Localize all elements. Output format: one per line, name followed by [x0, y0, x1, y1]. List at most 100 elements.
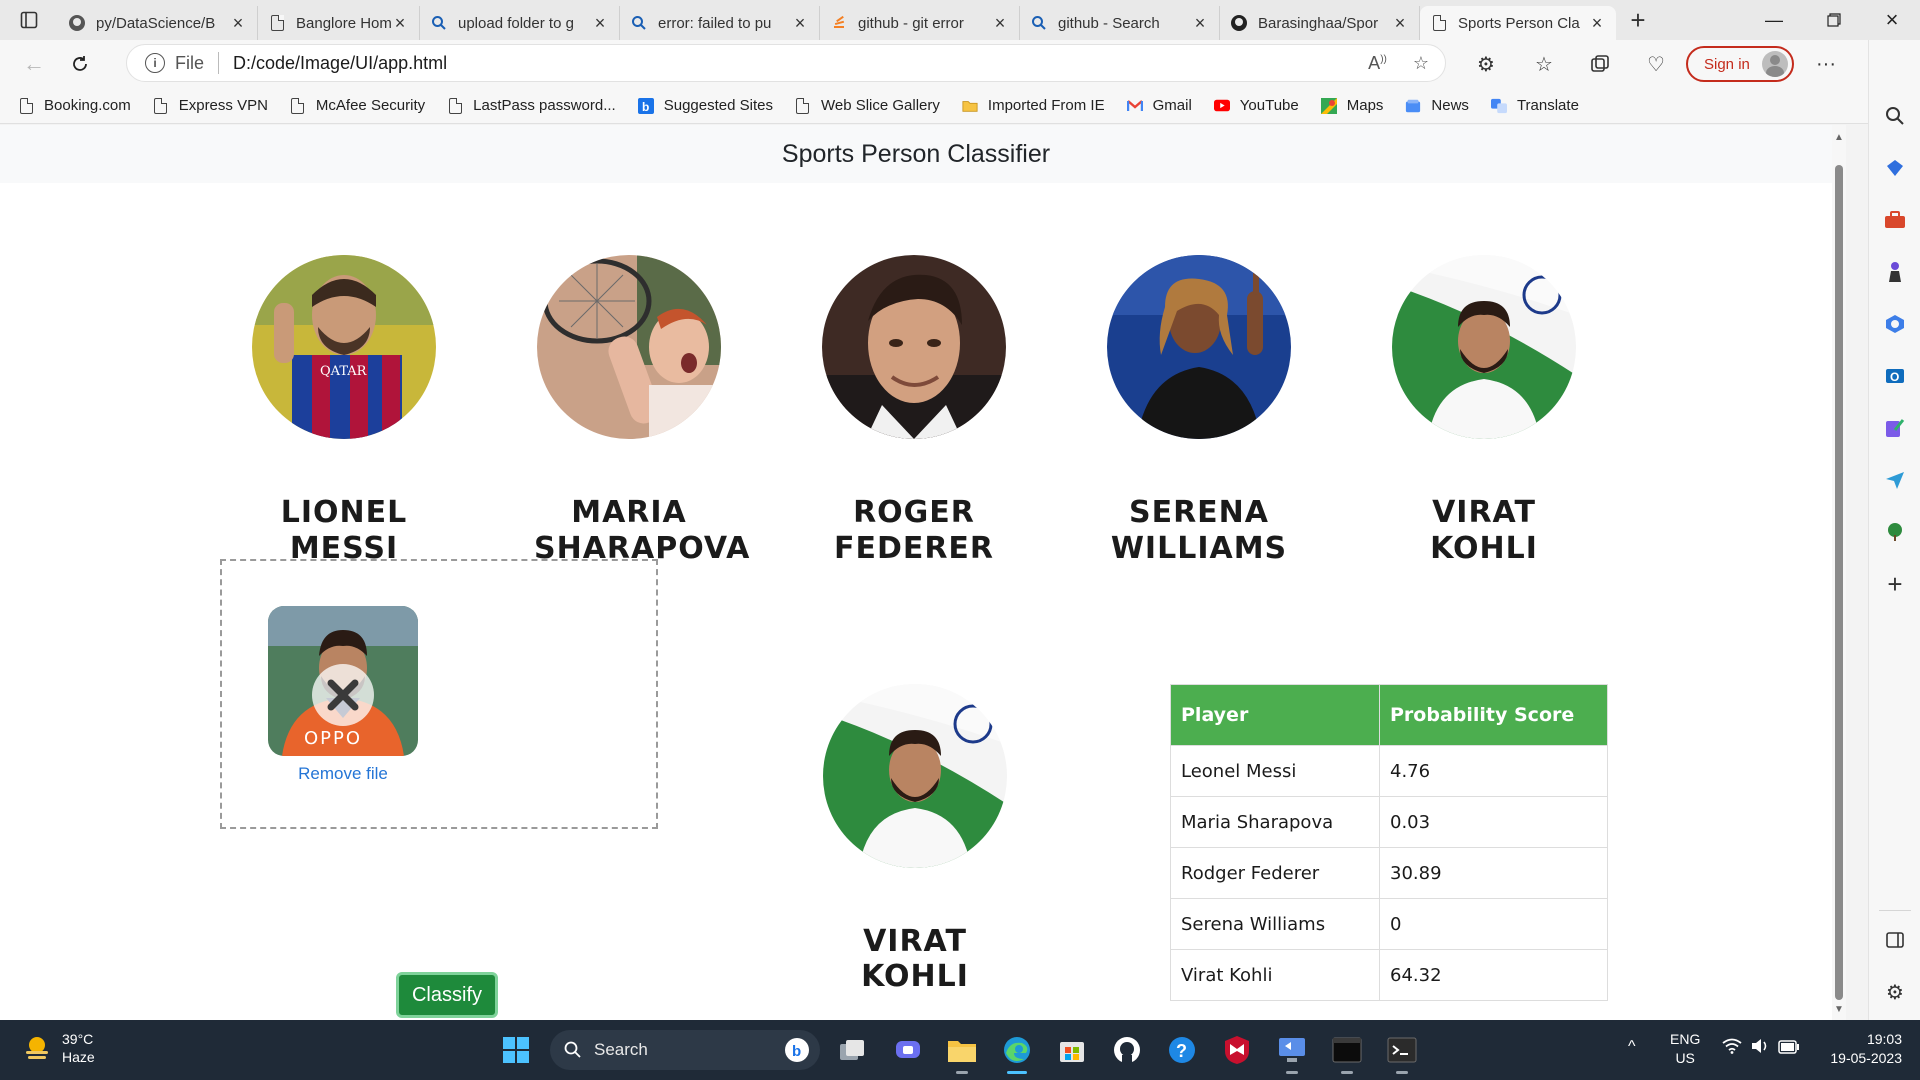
bookmark-maps[interactable]: Maps: [1320, 97, 1383, 114]
header-player: Player: [1170, 684, 1380, 746]
help-icon[interactable]: ?: [1162, 1030, 1202, 1070]
tab-active[interactable]: Sports Person Cla ×: [1420, 6, 1616, 40]
player-photo: [1392, 255, 1576, 439]
language-indicator[interactable]: ENG US: [1670, 1030, 1700, 1068]
bookmark-suggested-sites[interactable]: b Suggested Sites: [637, 97, 773, 114]
result-photo: [823, 684, 1007, 868]
close-window-button[interactable]: ×: [1864, 0, 1920, 40]
back-button[interactable]: ←: [12, 44, 56, 84]
page-scrollbar[interactable]: ▲ ▼: [1832, 125, 1846, 1020]
sidebar-tree-icon[interactable]: [1879, 516, 1911, 548]
powershell-icon[interactable]: [1382, 1030, 1422, 1074]
sidebar-hide-icon[interactable]: [1879, 924, 1911, 956]
table-row: Serena Williams 0: [1170, 898, 1608, 950]
bookmark-label: Web Slice Gallery: [820, 97, 940, 114]
bookmark-lastpass[interactable]: LastPass password...: [447, 97, 616, 114]
weather-widget[interactable]: 39°C Haze: [22, 1030, 95, 1066]
svg-text:QATAR: QATAR: [320, 364, 368, 379]
bookmark-web-slice[interactable]: Web Slice Gallery: [795, 97, 940, 114]
bookmark-booking[interactable]: Booking.com: [18, 97, 131, 114]
sidebar-shopping-icon[interactable]: [1879, 152, 1911, 184]
tab-4[interactable]: error: failed to pu ×: [620, 6, 820, 40]
sidebar-add-icon[interactable]: +: [1879, 568, 1911, 600]
sidebar-outlook-icon[interactable]: O: [1879, 360, 1911, 392]
tab-1[interactable]: py/DataScience/B ×: [58, 6, 258, 40]
tab-7[interactable]: Barasinghaa/Spor ×: [1220, 6, 1420, 40]
minimize-button[interactable]: —: [1746, 0, 1802, 40]
terminal-icon[interactable]: [1327, 1030, 1367, 1074]
file-explorer-icon[interactable]: [942, 1030, 982, 1074]
browser-essentials-icon[interactable]: ♡: [1636, 44, 1676, 84]
tab-close-icon[interactable]: ×: [229, 13, 247, 34]
remove-file-icon[interactable]: [312, 664, 374, 726]
sidebar-designer-icon[interactable]: [1879, 412, 1911, 444]
new-tab-button[interactable]: +: [1616, 0, 1660, 40]
tab-close-icon[interactable]: ×: [391, 13, 409, 34]
tab-6[interactable]: github - Search ×: [1020, 6, 1220, 40]
info-icon[interactable]: i: [145, 53, 165, 73]
address-url[interactable]: D:/code/Image/UI/app.html: [233, 53, 447, 74]
cell-score: 30.89: [1379, 847, 1608, 899]
system-tray-status[interactable]: [1722, 1038, 1800, 1057]
bookmark-youtube[interactable]: YouTube: [1213, 97, 1299, 114]
clock-date: 19-05-2023: [1830, 1050, 1902, 1066]
bookmark-translate[interactable]: Translate: [1490, 97, 1579, 114]
sidebar-tools-icon[interactable]: [1879, 204, 1911, 236]
sidebar-microsoft365-icon[interactable]: [1879, 308, 1911, 340]
bookmark-expressvpn[interactable]: Express VPN: [153, 97, 268, 114]
scroll-up-arrow-icon[interactable]: ▲: [1834, 133, 1844, 143]
tab-actions-button[interactable]: [0, 0, 58, 40]
edge-taskbar-icon[interactable]: [997, 1030, 1037, 1074]
remove-file-link[interactable]: Remove file: [268, 764, 418, 784]
read-aloud-icon[interactable]: A)): [1368, 53, 1387, 74]
task-view-icon[interactable]: [832, 1030, 872, 1070]
bookmark-news[interactable]: News: [1405, 97, 1469, 114]
tab-2[interactable]: Banglore Home P ×: [258, 6, 420, 40]
sidebar-send-icon[interactable]: [1879, 464, 1911, 496]
sidebar-games-icon[interactable]: [1879, 256, 1911, 288]
tab-close-icon[interactable]: ×: [791, 13, 809, 34]
bookmark-gmail[interactable]: Gmail: [1126, 97, 1192, 114]
bookmark-mcafee[interactable]: McAfee Security: [290, 97, 425, 114]
sign-in-button[interactable]: Sign in: [1686, 46, 1794, 82]
add-favorite-icon[interactable]: ☆: [1413, 53, 1429, 74]
search-icon: [630, 14, 648, 32]
bookmark-imported-ie[interactable]: Imported From IE: [962, 97, 1105, 114]
cell-player: Serena Williams: [1170, 898, 1380, 950]
favorites-bar: Booking.com Express VPN McAfee Security …: [0, 88, 1920, 124]
windows-taskbar: 39°C Haze Search b ? ^ ENG US 19:03 19-0…: [0, 1020, 1920, 1080]
player-card-messi: QATAR LIONEL MESSI: [249, 255, 439, 567]
remote-desktop-icon[interactable]: [1272, 1030, 1312, 1074]
scrollbar-thumb[interactable]: [1835, 165, 1843, 1000]
teams-chat-icon[interactable]: [888, 1030, 928, 1070]
sidebar-settings-icon[interactable]: ⚙: [1879, 976, 1911, 1008]
refresh-button[interactable]: [58, 44, 102, 84]
upload-dropzone[interactable]: OPPO Remove file: [220, 559, 658, 829]
scroll-down-arrow-icon[interactable]: ▼: [1834, 1005, 1844, 1015]
tab-close-icon[interactable]: ×: [1391, 13, 1409, 34]
taskbar-search-box[interactable]: Search b: [550, 1030, 820, 1070]
tab-5[interactable]: github - git error ×: [820, 6, 1020, 40]
tab-3[interactable]: upload folder to g ×: [420, 6, 620, 40]
github-desktop-icon[interactable]: [1107, 1030, 1147, 1070]
tab-close-icon[interactable]: ×: [1588, 13, 1606, 34]
classify-button[interactable]: Classify: [396, 972, 498, 1018]
start-button[interactable]: [496, 1030, 536, 1070]
tab-title: github - git error: [858, 14, 964, 32]
tab-close-icon[interactable]: ×: [1191, 13, 1209, 34]
favorites-icon[interactable]: ☆: [1524, 44, 1564, 84]
search-icon: [564, 1041, 581, 1058]
microsoft-store-icon[interactable]: [1052, 1030, 1092, 1070]
extensions-icon[interactable]: ⚙: [1466, 44, 1506, 84]
restore-button[interactable]: [1806, 0, 1862, 40]
more-menu-icon[interactable]: ···: [1806, 44, 1846, 84]
show-hidden-icons-chevron-icon[interactable]: ^: [1628, 1038, 1636, 1056]
tab-close-icon[interactable]: ×: [591, 13, 609, 34]
tab-close-icon[interactable]: ×: [991, 13, 1009, 34]
avatar: [1762, 51, 1788, 77]
mcafee-icon[interactable]: [1217, 1030, 1257, 1070]
address-bar[interactable]: i File D:/code/Image/UI/app.html A)) ☆: [126, 44, 1446, 82]
taskbar-clock[interactable]: 19:03 19-05-2023: [1822, 1030, 1902, 1068]
sidebar-search-icon[interactable]: [1879, 100, 1911, 132]
collections-icon[interactable]: [1580, 44, 1620, 84]
